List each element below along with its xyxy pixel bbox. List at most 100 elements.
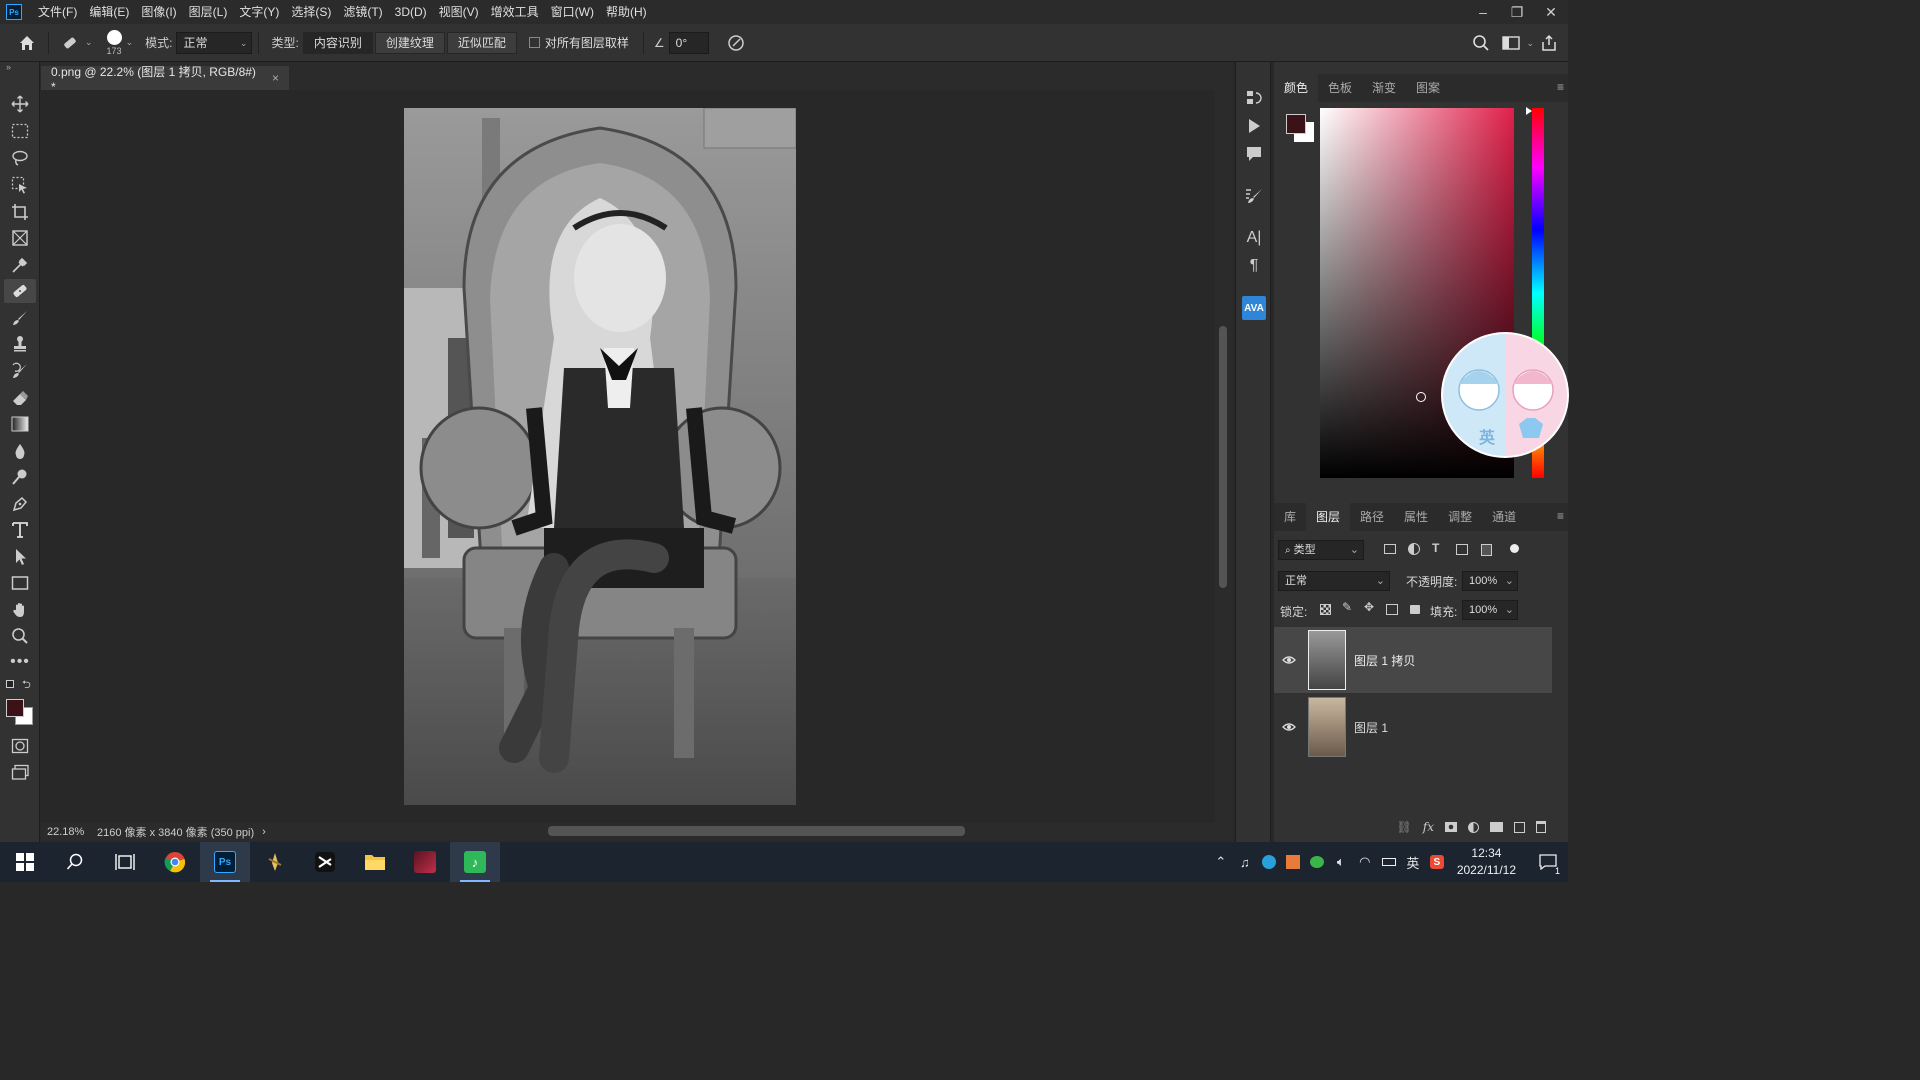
blend-mode-select[interactable]: 正常 ⌄	[1278, 571, 1390, 591]
layer-filter-kind-select[interactable]: ⌕ 类型 ⌄	[1278, 540, 1364, 560]
ime-language-indicator[interactable]: 英	[1401, 853, 1425, 872]
lock-position-icon[interactable]: ✥	[1364, 600, 1374, 614]
menu-view[interactable]: 视图(V)	[433, 0, 485, 24]
share-icon[interactable]	[1534, 28, 1564, 58]
tab-paths[interactable]: 路径	[1350, 503, 1394, 531]
new-group-icon[interactable]	[1490, 822, 1503, 832]
zoom-tool-icon[interactable]	[4, 624, 36, 648]
lock-image-icon[interactable]: ✎	[1342, 600, 1352, 614]
tab-swatches[interactable]: 色板	[1318, 74, 1362, 102]
telegram-icon[interactable]	[1257, 855, 1281, 869]
angle-input[interactable]: 0°	[668, 31, 709, 54]
panel-menu-icon[interactable]: ≡	[1557, 509, 1564, 523]
chrome-icon[interactable]	[150, 842, 200, 882]
move-tool-icon[interactable]	[4, 92, 36, 116]
search-icon[interactable]	[50, 842, 100, 882]
layer-name[interactable]: 图层 1	[1354, 719, 1388, 736]
lock-artboard-icon[interactable]	[1386, 604, 1398, 615]
menu-window[interactable]: 窗口(W)	[545, 0, 600, 24]
document-tab[interactable]: 0.png @ 22.2% (图层 1 拷贝, RGB/8#) * ×	[41, 65, 289, 94]
notification-center-icon[interactable]: 1	[1528, 854, 1568, 876]
search-icon[interactable]	[1466, 28, 1496, 58]
play-action-icon[interactable]	[1242, 114, 1266, 138]
volume-icon[interactable]: 🔈︎	[1329, 854, 1353, 870]
panel-menu-icon[interactable]: ≡	[1557, 80, 1564, 94]
chevron-down-icon[interactable]: ⌄	[1526, 38, 1534, 49]
filter-shape-layers-icon[interactable]	[1456, 544, 1468, 555]
task-view-icon[interactable]	[100, 842, 150, 882]
menu-layer[interactable]: 图层(L)	[183, 0, 234, 24]
tab-libraries[interactable]: 库	[1274, 503, 1306, 531]
hand-tool-icon[interactable]	[4, 598, 36, 622]
music-app-icon[interactable]: ♪	[450, 842, 500, 882]
trash-icon[interactable]	[1536, 821, 1546, 833]
tab-close-icon[interactable]: ×	[272, 71, 279, 85]
mode-select[interactable]: 正常 ⌄	[176, 31, 253, 54]
quick-mask-icon[interactable]	[4, 734, 36, 758]
gradient-tool-icon[interactable]	[4, 412, 36, 436]
minimize-button[interactable]: –	[1466, 0, 1500, 24]
tab-adjustments[interactable]: 调整	[1438, 503, 1482, 531]
dodge-tool-icon[interactable]	[4, 465, 36, 489]
menu-select[interactable]: 选择(S)	[285, 0, 337, 24]
wifi-icon[interactable]: ◠	[1353, 854, 1377, 870]
new-layer-icon[interactable]	[1514, 821, 1525, 833]
comment-icon[interactable]	[1242, 142, 1266, 166]
filter-pixel-layers-icon[interactable]	[1384, 544, 1396, 554]
pressure-size-icon[interactable]	[721, 28, 751, 58]
menu-image[interactable]: 图像(I)	[135, 0, 182, 24]
battery-icon[interactable]	[1377, 858, 1401, 866]
ime-sticker-widget[interactable]: 英	[1441, 332, 1569, 458]
file-explorer-icon[interactable]	[350, 842, 400, 882]
chevron-up-icon[interactable]: ⌃	[1209, 854, 1233, 870]
brush-settings-icon[interactable]	[1242, 184, 1266, 208]
character-icon[interactable]: A|	[1242, 226, 1266, 250]
filter-type-layers-icon[interactable]: T	[1432, 541, 1439, 555]
menu-filter[interactable]: 滤镜(T)	[337, 0, 388, 24]
wechat-icon[interactable]	[1305, 856, 1329, 868]
eye-icon[interactable]	[1274, 722, 1304, 732]
vertical-scroll-thumb[interactable]	[1219, 326, 1227, 588]
adjustment-layer-icon[interactable]	[1468, 821, 1479, 833]
tab-layers[interactable]: 图层	[1306, 503, 1351, 531]
game-launcher-icon[interactable]	[400, 842, 450, 882]
screen-mode-icon[interactable]	[4, 760, 36, 784]
path-selection-tool-icon[interactable]	[4, 545, 36, 569]
tool-tray-icon[interactable]	[1281, 855, 1305, 869]
create-texture-button[interactable]: 创建纹理	[374, 31, 445, 54]
sogou-input-icon[interactable]: S	[1425, 855, 1449, 869]
windows-start-icon[interactable]	[0, 842, 50, 882]
add-mask-icon[interactable]	[1445, 822, 1457, 832]
tab-patterns[interactable]: 图案	[1406, 74, 1450, 102]
eyedropper-tool-icon[interactable]	[4, 253, 36, 277]
sample-all-layers-checkbox[interactable]	[528, 37, 540, 48]
photoshop-taskbar-icon[interactable]: Ps	[200, 842, 250, 882]
swap-colors-icon[interactable]: ⮌	[22, 676, 31, 695]
filter-smart-objects-icon[interactable]	[1481, 544, 1492, 556]
content-aware-button[interactable]: 内容识别	[302, 31, 373, 54]
menu-plugins[interactable]: 增效工具	[485, 0, 545, 24]
hue-slider-marker[interactable]	[1526, 107, 1532, 115]
restore-button[interactable]: ❐	[1500, 0, 1534, 24]
music-tray-icon[interactable]: ♫	[1233, 855, 1257, 870]
clone-stamp-tool-icon[interactable]	[4, 332, 36, 356]
tab-color[interactable]: 颜色	[1274, 74, 1319, 102]
tab-gradients[interactable]: 渐变	[1362, 74, 1406, 102]
spot-healing-brush-tool-icon[interactable]	[4, 279, 36, 303]
healing-brush-preset-icon[interactable]	[55, 28, 85, 58]
tab-channels[interactable]: 通道	[1482, 503, 1526, 531]
menu-help[interactable]: 帮助(H)	[600, 0, 653, 24]
blur-tool-icon[interactable]	[4, 439, 36, 463]
eraser-tool-icon[interactable]	[4, 386, 36, 410]
menu-3d[interactable]: 3D(D)	[389, 0, 433, 24]
layer-row[interactable]: 图层 1 拷贝	[1274, 627, 1552, 693]
brush-tool-icon[interactable]	[4, 306, 36, 330]
chevron-down-icon[interactable]: ⌄	[126, 37, 134, 48]
history-brush-tool-icon[interactable]	[4, 359, 36, 383]
filter-toggle-icon[interactable]	[1510, 544, 1519, 553]
more-tools-icon[interactable]: •••	[4, 650, 36, 674]
lock-all-icon[interactable]	[1410, 605, 1420, 614]
document-canvas[interactable]	[404, 108, 796, 805]
link-layers-icon[interactable]: ⛓	[1397, 820, 1412, 834]
foreground-color-swatch[interactable]	[1286, 114, 1306, 134]
